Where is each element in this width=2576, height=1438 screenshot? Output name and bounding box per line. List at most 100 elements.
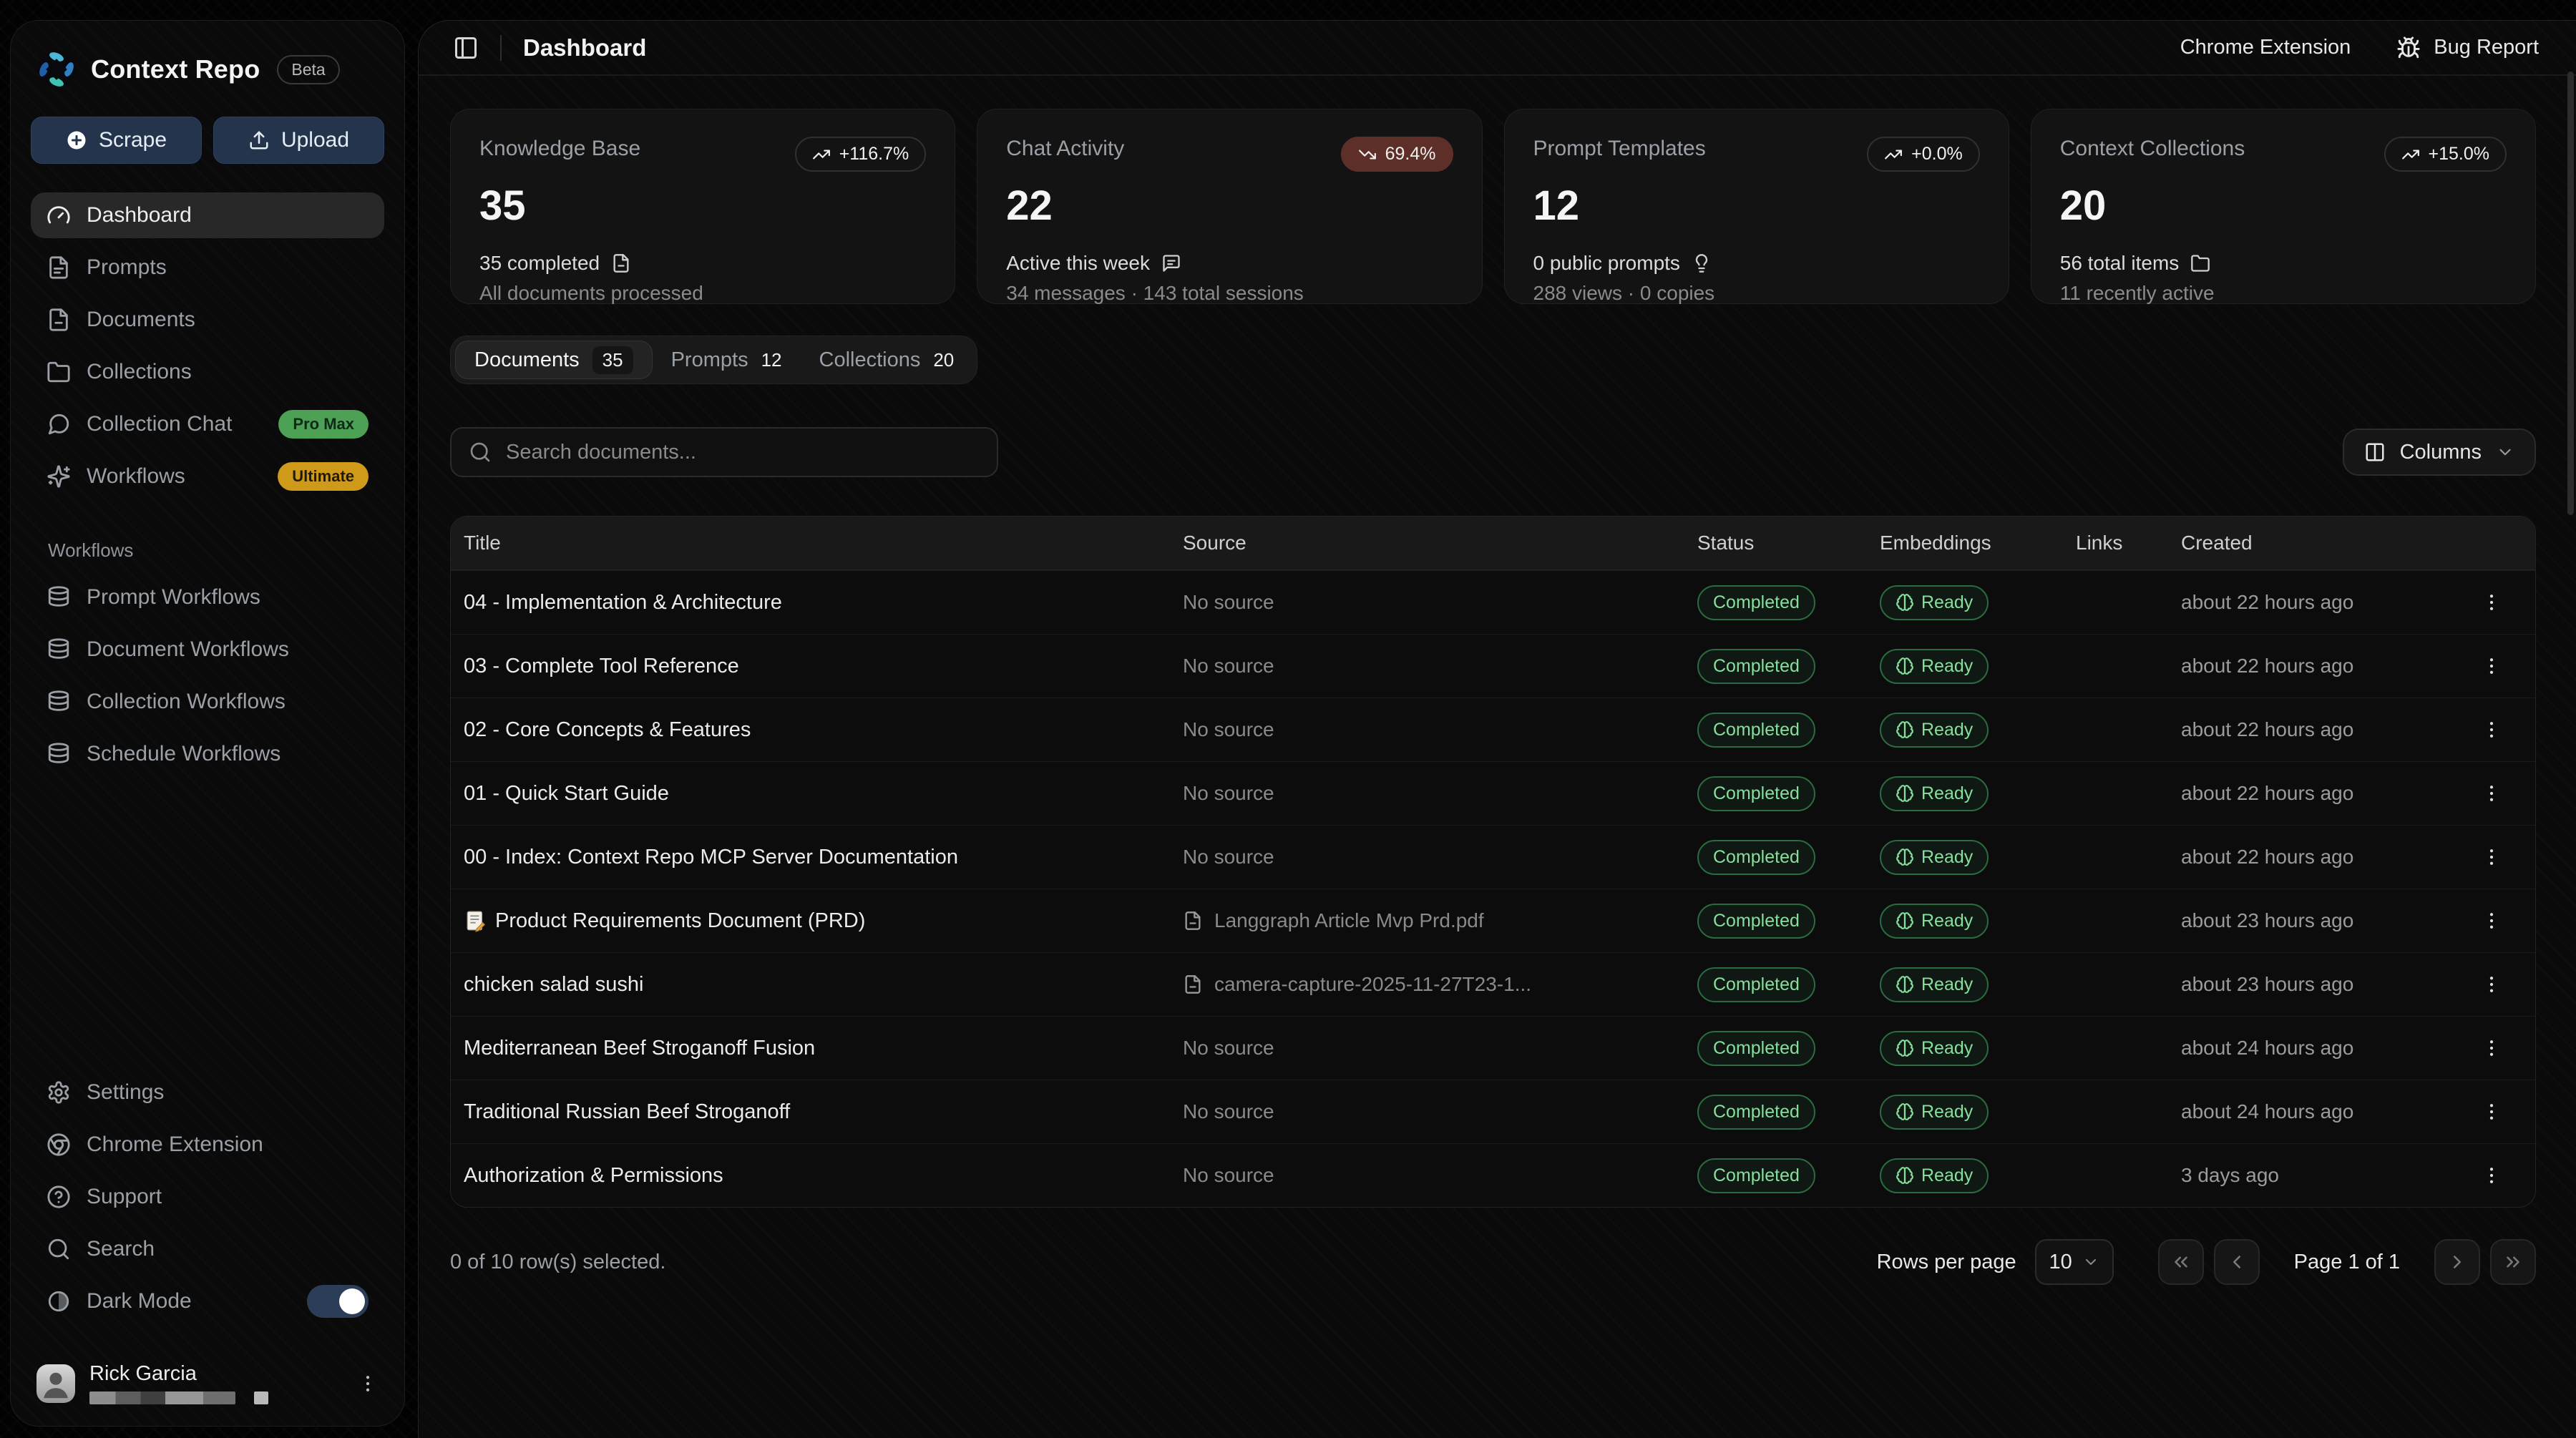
tab-documents[interactable]: Documents 35	[455, 341, 653, 379]
contrast-icon	[47, 1289, 71, 1314]
search-input[interactable]	[506, 441, 980, 464]
table-row[interactable]: Authorization & Permissions No source Co…	[451, 1143, 2535, 1207]
stat-value: 22	[1006, 183, 1453, 229]
database-icon	[47, 637, 71, 662]
plus-circle-icon	[66, 129, 87, 151]
sidebar-item-document-workflows[interactable]: Document Workflows	[31, 627, 384, 672]
trending-down-icon	[1358, 145, 1377, 164]
upload-icon	[248, 129, 270, 151]
chevrons-right-icon	[2502, 1251, 2524, 1273]
table-row[interactable]: 02 - Core Concepts & Features No source …	[451, 698, 2535, 761]
sidebar: Context Repo Beta Scrape Upload Dashboar…	[10, 20, 405, 1427]
bug-report-link[interactable]: Bug Report	[2396, 36, 2539, 60]
pro-max-badge: Pro Max	[278, 410, 369, 439]
sidebar-item-documents[interactable]: Documents	[31, 297, 384, 343]
row-menu-button[interactable]	[2481, 719, 2502, 740]
columns-button[interactable]: Columns	[2343, 429, 2536, 476]
ultimate-badge: Ultimate	[278, 462, 369, 491]
previous-page-button[interactable]	[2214, 1239, 2260, 1285]
table-row[interactable]: 04 - Implementation & Architecture No so…	[451, 570, 2535, 634]
folder-icon	[2190, 253, 2210, 273]
row-menu-button[interactable]	[2481, 1037, 2502, 1059]
embeddings-badge: Ready	[1880, 1095, 1989, 1130]
sidebar-item-dashboard[interactable]: Dashboard	[31, 192, 384, 238]
columns-icon	[2364, 441, 2386, 463]
sidebar-item-support[interactable]: Support	[31, 1174, 384, 1220]
dots-vertical-icon	[2481, 910, 2502, 931]
tab-prompts[interactable]: Prompts 12	[653, 341, 801, 379]
trend-badge: +0.0%	[1867, 137, 1980, 172]
sidebar-item-chrome-extension[interactable]: Chrome Extension	[31, 1122, 384, 1168]
sidebar-item-dark-mode[interactable]: Dark Mode	[31, 1278, 384, 1324]
table-row[interactable]: 03 - Complete Tool Reference No source C…	[451, 634, 2535, 698]
table-row[interactable]: chicken salad sushi camera-capture-2025-…	[451, 952, 2535, 1016]
scrape-button[interactable]: Scrape	[31, 117, 202, 164]
sidebar-item-workflows[interactable]: Workflows Ultimate	[31, 454, 384, 499]
row-menu-button[interactable]	[2481, 1101, 2502, 1122]
sidebar-item-collections[interactable]: Collections	[31, 349, 384, 395]
status-badge: Completed	[1697, 904, 1815, 939]
sidebar-item-settings[interactable]: Settings	[31, 1070, 384, 1115]
table-row[interactable]: 01 - Quick Start Guide No source Complet…	[451, 761, 2535, 825]
tab-collections[interactable]: Collections 20	[801, 341, 973, 379]
page-indicator: Page 1 of 1	[2294, 1251, 2400, 1274]
user-menu-button[interactable]	[357, 1373, 379, 1394]
file-icon	[1183, 974, 1203, 994]
stat-value: 20	[2060, 183, 2507, 229]
stat-card-chat-activity: Chat Activity 69.4% 22 Active this week …	[977, 109, 1482, 304]
brain-icon	[1896, 1039, 1914, 1057]
search-icon	[47, 1237, 71, 1261]
trend-badge: +116.7%	[795, 137, 927, 172]
sidebar-item-collection-workflows[interactable]: Collection Workflows	[31, 679, 384, 725]
chrome-icon	[47, 1133, 71, 1157]
table-row[interactable]: Product Requirements Document (PRD) Lang…	[451, 889, 2535, 952]
chevron-down-icon	[2496, 443, 2514, 461]
last-page-button[interactable]	[2490, 1239, 2536, 1285]
stat-card-prompt-templates: Prompt Templates +0.0% 12 0 public promp…	[1504, 109, 2009, 304]
rows-per-page-select[interactable]: 10	[2035, 1239, 2114, 1285]
sidebar-item-collection-chat[interactable]: Collection Chat Pro Max	[31, 401, 384, 447]
row-menu-button[interactable]	[2481, 592, 2502, 613]
row-menu-button[interactable]	[2481, 910, 2502, 931]
chevron-left-icon	[2226, 1251, 2248, 1273]
sidebar-item-search[interactable]: Search	[31, 1226, 384, 1272]
status-badge: Completed	[1697, 840, 1815, 875]
chevron-right-icon	[2446, 1251, 2468, 1273]
table-row[interactable]: Traditional Russian Beef Stroganoff No s…	[451, 1080, 2535, 1143]
tab-count: 35	[592, 346, 633, 374]
row-menu-button[interactable]	[2481, 974, 2502, 995]
row-menu-button[interactable]	[2481, 783, 2502, 804]
next-page-button[interactable]	[2434, 1239, 2480, 1285]
embeddings-badge: Ready	[1880, 967, 1989, 1002]
sidebar-toggle-button[interactable]	[453, 35, 479, 61]
table-row[interactable]: Mediterranean Beef Stroganoff Fusion No …	[451, 1016, 2535, 1080]
sidebar-item-schedule-workflows[interactable]: Schedule Workflows	[31, 731, 384, 777]
embeddings-badge: Ready	[1880, 649, 1989, 684]
column-header-embeddings: Embeddings	[1867, 532, 2063, 554]
brain-icon	[1896, 593, 1914, 612]
trending-up-icon	[1884, 145, 1903, 164]
user-profile[interactable]: Rick Garcia	[31, 1355, 384, 1404]
dots-vertical-icon	[2481, 592, 2502, 613]
scrollbar-thumb[interactable]	[2567, 72, 2574, 515]
table-header: Title Source Status Embeddings Links Cre…	[451, 517, 2535, 570]
top-bar: Dashboard Chrome Extension Bug Report	[419, 21, 2576, 76]
chrome-extension-link[interactable]: Chrome Extension	[2180, 36, 2351, 59]
stat-subtitle: 0 public prompts	[1533, 252, 1980, 275]
sidebar-item-prompt-workflows[interactable]: Prompt Workflows	[31, 574, 384, 620]
app-logo-icon	[36, 49, 77, 89]
status-badge: Completed	[1697, 649, 1815, 684]
table-row[interactable]: 00 - Index: Context Repo MCP Server Docu…	[451, 825, 2535, 889]
upload-button[interactable]: Upload	[213, 117, 384, 164]
file-text-icon	[47, 255, 71, 280]
sparkles-icon	[47, 464, 71, 489]
selection-status: 0 of 10 row(s) selected.	[450, 1251, 665, 1274]
row-menu-button[interactable]	[2481, 1165, 2502, 1186]
trending-up-icon	[2401, 145, 2420, 164]
dark-mode-toggle[interactable]	[307, 1285, 369, 1318]
row-menu-button[interactable]	[2481, 655, 2502, 677]
sidebar-item-prompts[interactable]: Prompts	[31, 245, 384, 290]
row-menu-button[interactable]	[2481, 846, 2502, 868]
stat-description: All documents processed	[479, 282, 926, 305]
first-page-button[interactable]	[2158, 1239, 2204, 1285]
